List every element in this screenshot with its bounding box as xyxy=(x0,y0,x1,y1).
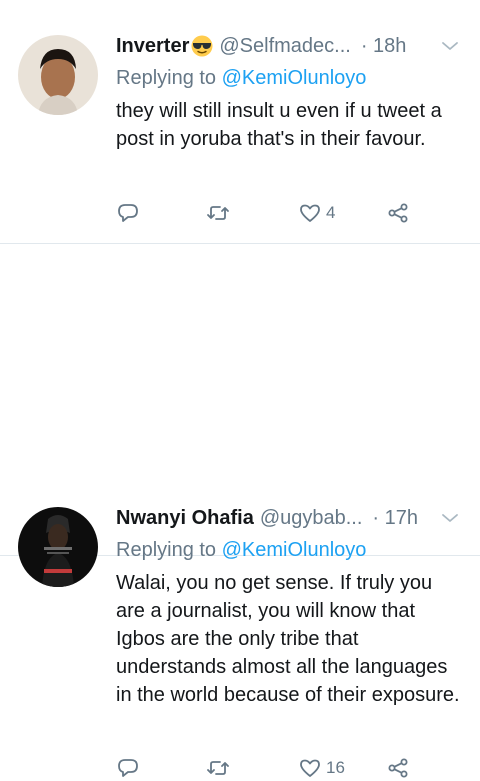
tweet-actions: 4 xyxy=(116,200,416,226)
timestamp[interactable]: · 17h xyxy=(372,507,418,530)
avatar-image xyxy=(18,35,98,115)
share-icon xyxy=(388,203,408,223)
mention-link[interactable]: @KemiOlunloyo xyxy=(222,67,367,89)
like-count: 4 xyxy=(326,203,336,222)
display-name[interactable]: Inverter xyxy=(116,35,189,58)
like-button[interactable]: 4 xyxy=(298,200,335,226)
handle[interactable]: @ugybab... xyxy=(260,507,363,530)
mention-link[interactable]: @KemiOlunloyo xyxy=(222,539,367,561)
tweet[interactable]: Nwanyi Ohafia @ugybab... · 17h Replying … xyxy=(0,244,480,778)
reply-icon xyxy=(118,204,138,222)
reply-button[interactable] xyxy=(116,755,140,781)
like-count: 16 xyxy=(326,758,345,777)
handle[interactable]: @Selfmadec... xyxy=(219,35,350,58)
reply-button[interactable] xyxy=(116,200,140,226)
replying-to: Replying to @KemiOlunloyo xyxy=(116,535,462,565)
reply-icon xyxy=(118,759,138,777)
tweet-text: Walai, you no get sense. If truly you ar… xyxy=(116,572,460,706)
share-button[interactable] xyxy=(386,200,410,226)
tweet[interactable]: Inverter @Selfmadec... · 18h Replying to… xyxy=(0,0,480,244)
retweet-button[interactable] xyxy=(206,200,230,226)
avatar[interactable] xyxy=(18,35,98,115)
tweet-actions: 16 xyxy=(116,755,416,781)
chevron-down-icon[interactable] xyxy=(438,506,462,530)
timestamp[interactable]: · 18h xyxy=(361,35,407,58)
heart-icon xyxy=(300,759,320,777)
display-name[interactable]: Nwanyi Ohafia xyxy=(116,507,254,530)
heart-icon xyxy=(300,204,320,222)
tweet-text: they will still insult u even if u tweet… xyxy=(116,100,442,150)
retweet-icon xyxy=(207,206,229,220)
share-icon xyxy=(388,758,408,778)
sunglasses-emoji-icon xyxy=(191,35,213,57)
retweet-icon xyxy=(207,761,229,775)
replying-to: Replying to @KemiOlunloyo xyxy=(116,63,462,93)
replying-to-label: Replying to xyxy=(116,67,217,89)
avatar[interactable] xyxy=(18,507,98,587)
share-button[interactable] xyxy=(386,755,410,781)
chevron-down-icon[interactable] xyxy=(438,34,462,58)
like-button[interactable]: 16 xyxy=(298,755,345,781)
replying-to-label: Replying to xyxy=(116,539,217,561)
avatar-image xyxy=(18,507,98,587)
retweet-button[interactable] xyxy=(206,755,230,781)
